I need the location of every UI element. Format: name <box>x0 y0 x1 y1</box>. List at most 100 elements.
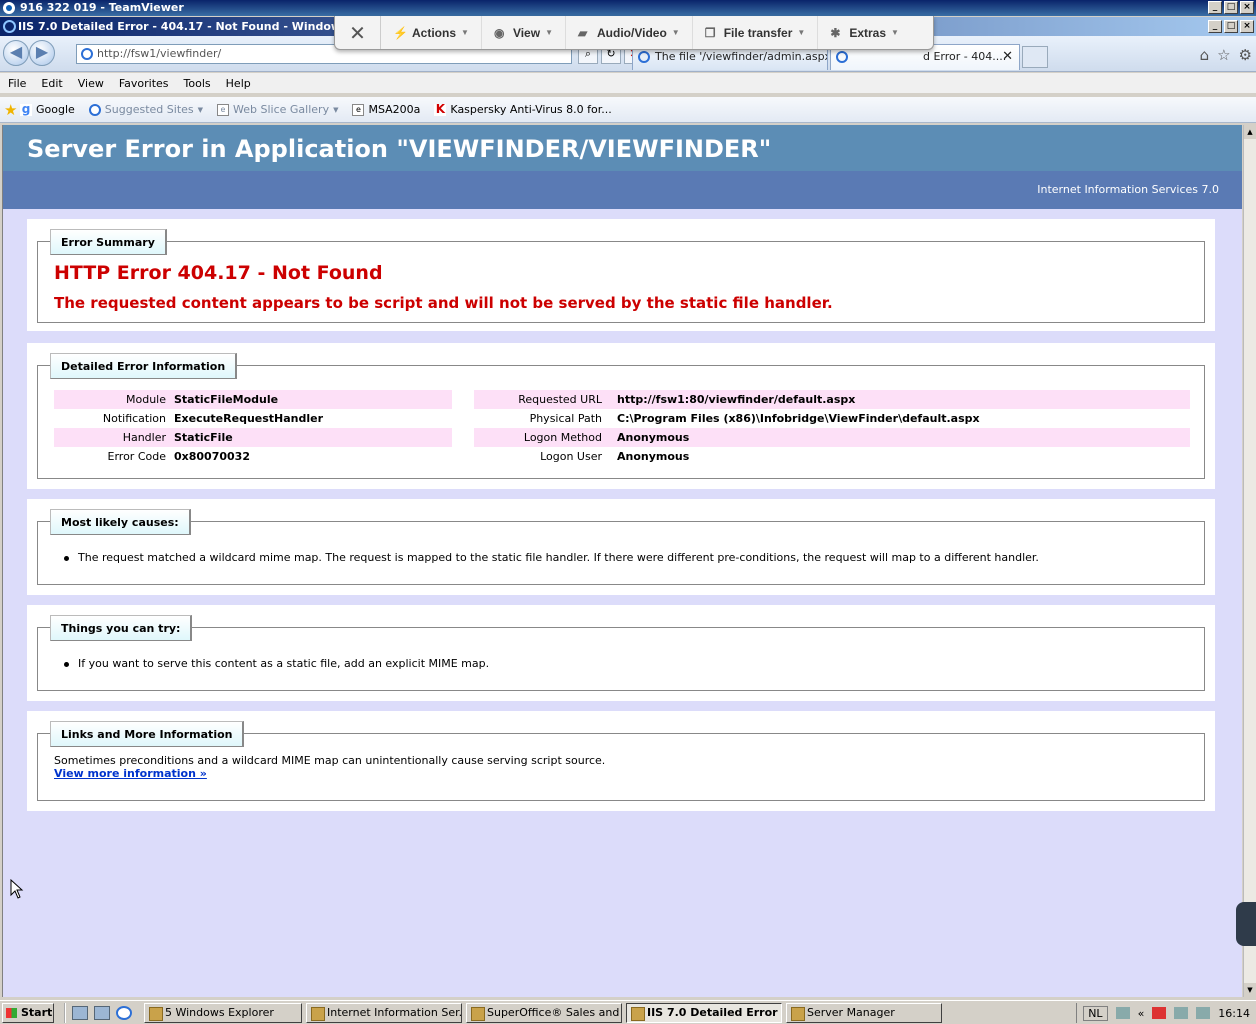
page-icon: e <box>352 103 365 116</box>
ie-window-title: IIS 7.0 Detailed Error - 404.17 - Not Fo… <box>18 20 377 33</box>
vertical-scrollbar[interactable]: ▲ ▼ <box>1243 125 1256 997</box>
task-iis-detailed-error[interactable]: IIS 7.0 Detailed Error ... <box>626 1002 782 1023</box>
webslice-icon: e <box>217 103 230 116</box>
detail-value: Anonymous <box>617 431 690 444</box>
task-superoffice[interactable]: SuperOffice® Sales and ... <box>466 1002 622 1023</box>
tv-actions-label: Actions <box>412 25 457 40</box>
chevron-down-icon: ▼ <box>891 28 899 37</box>
menu-help[interactable]: Help <box>226 77 258 90</box>
fav-label: Kaspersky Anti-Virus 8.0 for... <box>450 103 612 116</box>
back-button[interactable]: ◀ <box>3 40 29 66</box>
view-more-information-link[interactable]: View more information » <box>54 767 207 780</box>
mouse-cursor-icon <box>10 879 24 899</box>
volume-icon[interactable] <box>1196 1007 1211 1019</box>
gear-icon[interactable]: ⚙ <box>1239 46 1252 64</box>
page-title: Server Error in Application "VIEWFINDER/… <box>3 125 1242 171</box>
detail-value: Anonymous <box>617 450 690 463</box>
fav-msa200a[interactable]: e MSA200a <box>352 103 420 116</box>
home-icon[interactable]: ⌂ <box>1200 46 1210 64</box>
fav-suggested-sites[interactable]: Suggested Sites ▼ <box>88 103 203 116</box>
error-heading: HTTP Error 404.17 - Not Found <box>54 262 383 284</box>
teamviewer-side-panel-handle[interactable] <box>1236 902 1256 946</box>
detail-value: ExecuteRequestHandler <box>174 412 324 425</box>
tv-actions-menu[interactable]: ⚡ Actions ▼ <box>381 16 482 49</box>
teamviewer-logo-icon <box>3 2 15 14</box>
close-tab-icon[interactable]: ✕ <box>1002 45 1013 69</box>
language-indicator[interactable]: NL <box>1083 1005 1108 1021</box>
error-summary-panel: Error Summary HTTP Error 404.17 - Not Fo… <box>27 219 1215 331</box>
fav-label: Web Slice Gallery <box>233 103 330 116</box>
details-left-column: Module StaticFileModule Notification Exe… <box>54 390 452 466</box>
kaspersky-icon[interactable] <box>1152 1007 1167 1019</box>
detail-row: Physical Path C:\Program Files (x86)\Inf… <box>474 409 1190 428</box>
favorites-star-icon[interactable]: ☆ <box>1217 46 1230 64</box>
scroll-up-icon[interactable]: ▲ <box>1244 125 1256 139</box>
details-right-column: Requested URL http://fsw1:80/viewfinder/… <box>474 390 1190 466</box>
fav-kaspersky[interactable]: K Kaspersky Anti-Virus 8.0 for... <box>434 103 612 116</box>
task-iis-manager[interactable]: Internet Information Ser... <box>306 1002 462 1023</box>
detail-value: http://fsw1:80/viewfinder/default.aspx <box>617 393 856 406</box>
detailed-info-panel: Detailed Error Information Module Static… <box>27 343 1215 489</box>
ie-close-button[interactable]: × <box>1240 20 1254 33</box>
close-button[interactable]: × <box>1240 1 1254 14</box>
menu-view[interactable]: View <box>78 77 111 90</box>
causes-legend: Most likely causes: <box>50 509 191 535</box>
list-item: The request matched a wildcard mime map.… <box>64 551 1039 564</box>
list-item: If you want to serve this content as a s… <box>63 657 490 670</box>
scroll-down-icon[interactable]: ▼ <box>1244 983 1256 997</box>
error-summary-fieldset: Error Summary HTTP Error 404.17 - Not Fo… <box>37 229 1205 323</box>
forward-button[interactable]: ▶ <box>29 40 55 66</box>
fav-web-slice-gallery[interactable]: e Web Slice Gallery ▼ <box>217 103 338 116</box>
menu-file[interactable]: File <box>8 77 33 90</box>
teamviewer-toolbar: ✕ ⚡ Actions ▼ ◉ View ▼ ▰ Audio/Video ▼ ❐… <box>334 16 934 50</box>
new-tab-button[interactable] <box>1022 46 1048 68</box>
show-desktop-icon[interactable] <box>94 1005 110 1020</box>
tab-label: The file '/viewfinder/admin.aspx... <box>655 50 828 63</box>
favorites-star-icon[interactable]: ★ <box>4 102 20 118</box>
ie-icon[interactable] <box>116 1005 132 1020</box>
menu-edit[interactable]: Edit <box>41 77 69 90</box>
menu-tools[interactable]: Tools <box>184 77 218 90</box>
detail-key: Logon Method <box>523 431 602 444</box>
try-panel: Things you can try: If you want to serve… <box>27 605 1215 701</box>
start-button[interactable]: Start <box>2 1002 54 1023</box>
task-server-manager[interactable]: Server Manager <box>786 1002 942 1023</box>
ie-restore-button[interactable]: □ <box>1224 20 1238 33</box>
address-text: http://fsw1/viewfinder/ <box>97 47 222 60</box>
error-subheading: The requested content appears to be scri… <box>54 294 833 312</box>
menu-favorites[interactable]: Favorites <box>119 77 176 90</box>
fav-google[interactable]: g Google <box>20 103 75 116</box>
ie-icon <box>88 103 101 116</box>
task-windows-explorer[interactable]: 5 Windows Explorer <box>144 1002 302 1023</box>
favorites-bar: ★ g Google Suggested Sites ▼ e Web Slice… <box>0 97 1256 123</box>
tv-audio-video-menu[interactable]: ▰ Audio/Video ▼ <box>566 16 693 49</box>
detail-row: Logon Method Anonymous <box>474 428 1190 447</box>
ie-minimize-button[interactable]: _ <box>1208 20 1222 33</box>
detail-row: Error Code 0x80070032 <box>54 447 452 466</box>
tv-view-menu[interactable]: ◉ View ▼ <box>482 16 566 49</box>
eye-icon: ◉ <box>493 25 505 40</box>
detail-row: Module StaticFileModule <box>54 390 452 409</box>
server-manager-icon[interactable] <box>72 1005 88 1020</box>
network-icon[interactable] <box>1174 1007 1189 1019</box>
tv-extras-menu[interactable]: ✱ Extras ▼ <box>818 16 911 49</box>
detail-value: 0x80070032 <box>174 450 250 463</box>
taskbar: Start 5 Windows Explorer Internet Inform… <box>0 1000 1256 1024</box>
tab-label: d Error - 404.... <box>923 50 1007 63</box>
maximize-button[interactable]: □ <box>1224 1 1238 14</box>
detail-value: C:\Program Files (x86)\Infobridge\ViewFi… <box>617 412 980 425</box>
tray-expand-icon[interactable]: « <box>1138 1007 1145 1020</box>
minimize-button[interactable]: _ <box>1208 1 1222 14</box>
tv-audio-video-label: Audio/Video <box>597 25 667 40</box>
google-icon: g <box>20 101 32 116</box>
links-fieldset: Links and More Information Sometimes pre… <box>37 721 1205 801</box>
printer-icon[interactable] <box>1115 1007 1130 1019</box>
try-legend: Things you can try: <box>50 615 193 641</box>
teamviewer-close-session-button[interactable]: ✕ <box>335 16 381 49</box>
lightning-icon: ⚡ <box>393 25 408 40</box>
tv-file-transfer-menu[interactable]: ❐ File transfer ▼ <box>693 16 819 49</box>
detail-value: StaticFile <box>174 431 233 444</box>
ie-window-controls: _ □ × <box>1208 20 1254 33</box>
chevron-down-icon: ▼ <box>797 28 806 37</box>
fav-label: MSA200a <box>368 103 421 116</box>
